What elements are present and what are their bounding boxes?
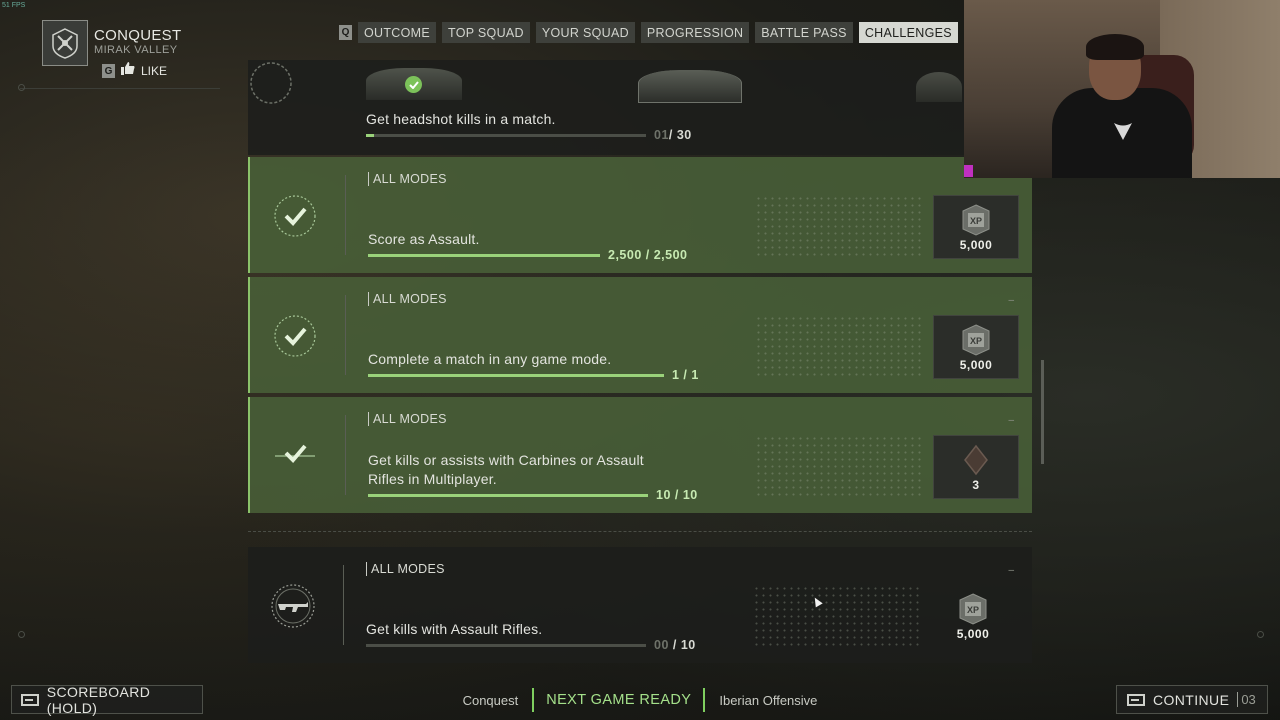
divider — [345, 175, 346, 255]
decorative-dot-grid — [755, 195, 925, 259]
xp-icon: XP — [956, 592, 990, 626]
tab-progression[interactable]: PROGRESSION — [640, 22, 750, 43]
challenge-complete-badge-icon — [272, 193, 318, 239]
map-name: MIRAK VALLEY — [94, 44, 178, 56]
current-mode-label: Conquest — [462, 692, 519, 708]
continue-timer: 03 — [1237, 692, 1256, 707]
corner-marker — [18, 631, 25, 638]
challenge-card[interactable]: ALL MODES Score as Assault. 2,500 / 2,50… — [248, 157, 1032, 273]
challenge-card[interactable]: Get headshot kills in a match. 01/ 30 — [248, 60, 1032, 155]
decorative-dot-grid — [755, 435, 925, 499]
tab-top-squad[interactable]: TOP SQUAD — [442, 22, 530, 43]
next-map-label: Iberian Offensive — [719, 692, 818, 708]
challenge-card[interactable]: ALL MODES Get kills with Assault Rifles.… — [248, 547, 1032, 663]
like-button[interactable]: G LIKE — [102, 62, 167, 80]
section-separator — [248, 531, 1032, 532]
svg-text:XP: XP — [970, 216, 982, 226]
divider — [345, 295, 346, 375]
reward-value: 5,000 — [959, 357, 993, 372]
reward-tile: XP 5,000 — [933, 195, 1019, 259]
decorative-dot-grid — [753, 585, 923, 649]
challenge-progress-count: 10 / 10 — [656, 488, 698, 502]
challenge-card[interactable]: ALL MODES Complete a match in any game m… — [248, 277, 1032, 393]
challenge-description: Score as Assault. — [368, 231, 480, 247]
divider — [20, 88, 220, 89]
reward-tile: XP 5,000 — [931, 585, 1015, 647]
challenge-mode-tag: ALL MODES — [368, 172, 447, 186]
challenge-description: Get headshot kills in a match. — [366, 111, 556, 127]
challenge-description: Get kills or assists with Carbines or As… — [368, 452, 644, 487]
continue-button[interactable]: CONTINUE 03 — [1116, 685, 1268, 714]
divider — [343, 565, 344, 645]
challenge-card[interactable]: ALL MODES Get kills or assists with Carb… — [248, 397, 1032, 513]
like-label: LIKE — [141, 64, 168, 78]
challenge-description: Complete a match in any game mode. — [368, 351, 612, 367]
challenge-progress-count: 1 / 1 — [672, 368, 699, 382]
challenge-progress-count: 00 / 10 — [654, 638, 696, 652]
challenge-progress-count: 2,500 / 2,500 — [608, 248, 688, 262]
challenge-mode-tag: ALL MODES — [368, 412, 447, 426]
svg-text:XP: XP — [967, 605, 979, 615]
expand-indicator: – — [1008, 415, 1014, 426]
expand-indicator: – — [1008, 295, 1014, 306]
svg-text:XP: XP — [970, 336, 982, 346]
webcam-marker — [964, 165, 973, 177]
challenge-progress-bar — [368, 254, 600, 257]
corner-marker — [1257, 631, 1264, 638]
expand-indicator: – — [1008, 565, 1014, 576]
reward-preview-image — [916, 72, 962, 102]
token-icon — [959, 443, 993, 477]
challenge-progress-bar — [368, 374, 664, 377]
reward-tile: XP 5,000 — [933, 315, 1019, 379]
challenge-description: Get kills with Assault Rifles. — [366, 621, 543, 637]
thumbs-up-icon — [121, 62, 135, 80]
tab-your-squad[interactable]: YOUR SQUAD — [535, 22, 635, 43]
corner-marker — [18, 84, 25, 91]
challenge-progress-bar — [366, 134, 646, 137]
next-game-status: Conquest NEXT GAME READY Iberian Offensi… — [0, 688, 1280, 712]
divider — [345, 415, 346, 495]
challenge-progress-count: 01/ 30 — [654, 128, 692, 142]
reward-value: 5,000 — [956, 626, 990, 641]
completed-check-icon — [405, 76, 422, 93]
continue-label: CONTINUE — [1153, 691, 1230, 708]
challenges-list[interactable]: Get headshot kills in a match. 01/ 30 AL… — [248, 60, 1032, 670]
conquest-emblem-icon — [42, 20, 88, 66]
keyboard-key-icon — [1127, 693, 1145, 706]
xp-icon: XP — [959, 323, 993, 357]
reward-preview-image — [638, 70, 742, 103]
challenge-complete-badge-icon — [272, 313, 318, 359]
tab-battle-pass[interactable]: BATTLE PASS — [755, 22, 853, 43]
challenge-progress-bar — [366, 644, 646, 647]
scrollbar[interactable] — [1041, 360, 1044, 464]
shirt-logo-icon — [1112, 120, 1134, 142]
webcam-overlay — [964, 0, 1280, 178]
challenge-complete-badge-icon — [272, 433, 318, 479]
challenge-progress-bar — [368, 494, 648, 497]
tab-bar: Q OUTCOME TOP SQUAD YOUR SQUAD PROGRESSI… — [339, 22, 977, 43]
tab-outcome[interactable]: OUTCOME — [358, 22, 436, 43]
assault-rifle-badge-icon — [270, 583, 316, 629]
tab-challenges[interactable]: CHALLENGES — [858, 22, 958, 43]
reward-value: 3 — [972, 477, 980, 492]
reward-value: 5,000 — [959, 237, 993, 252]
mode-title: CONQUEST — [94, 27, 182, 44]
xp-icon: XP — [959, 203, 993, 237]
next-game-ready-label: NEXT GAME READY — [532, 688, 706, 712]
challenge-mode-tag: ALL MODES — [368, 292, 447, 306]
webcam-person-hair — [1086, 34, 1144, 60]
tab-prev-key-hint[interactable]: Q — [339, 25, 352, 40]
reward-tile: 3 — [933, 435, 1019, 499]
decorative-dot-grid — [755, 315, 925, 379]
challenge-mode-tag: ALL MODES — [366, 562, 445, 576]
fps-counter: 51 FPS — [2, 2, 26, 9]
like-key-hint: G — [102, 64, 115, 78]
